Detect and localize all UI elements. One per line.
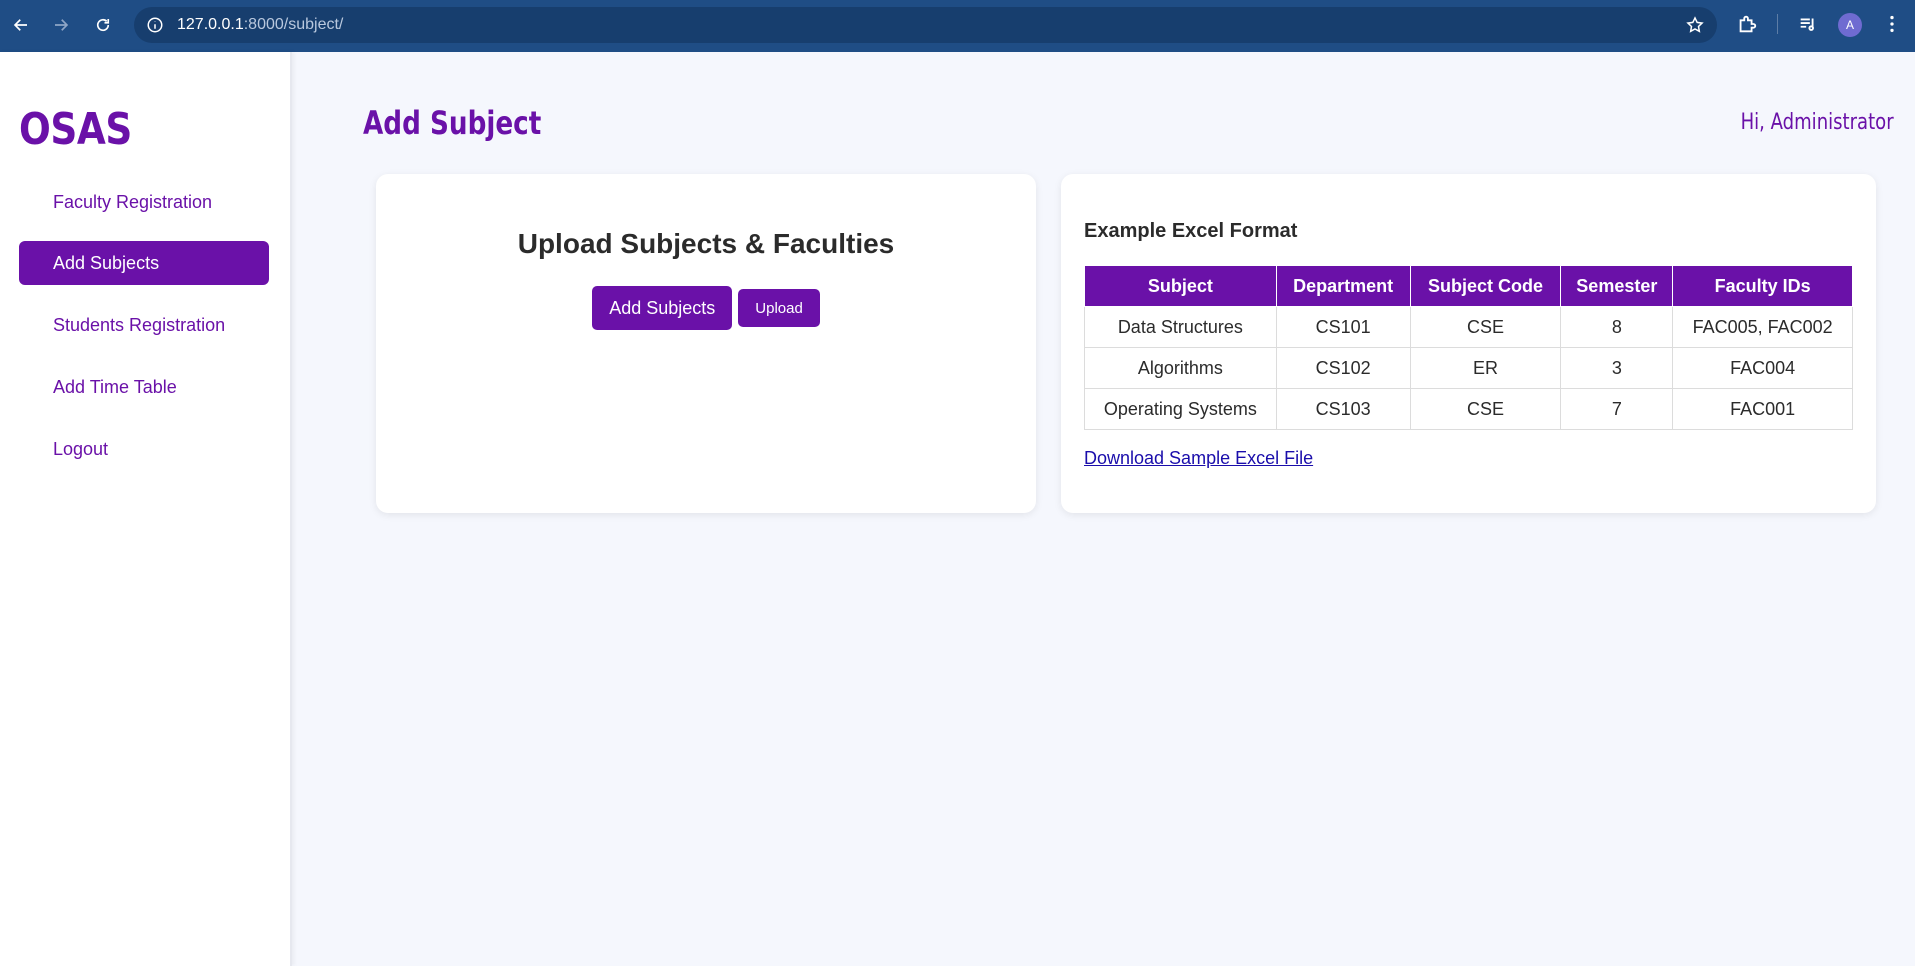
example-title: Example Excel Format	[1084, 220, 1298, 242]
sidebar-item-students-registration[interactable]: Students Registration	[19, 303, 269, 347]
table-cell: Operating Systems	[1084, 388, 1277, 430]
table-cell: ER	[1409, 347, 1562, 389]
sidebar-item-logout[interactable]: Logout	[19, 427, 269, 471]
url-text[interactable]: 127.0.0.1:8000/subject/	[177, 16, 343, 34]
table-cell: CSE	[1409, 388, 1562, 430]
address-bar[interactable]: 127.0.0.1:8000/subject/	[134, 7, 1717, 43]
column-header: Subject	[1084, 265, 1277, 307]
extensions-icon[interactable]	[1735, 12, 1759, 36]
column-header: Department	[1275, 265, 1411, 307]
add-subjects-button[interactable]: Add Subjects	[592, 286, 733, 330]
browser-toolbar: 127.0.0.1:8000/subject/ A	[0, 0, 1915, 52]
app-logo: OSAS	[19, 104, 132, 155]
example-format-card: Example Excel Format Subject Department …	[1061, 174, 1876, 513]
page-title: Add Subject	[363, 104, 542, 142]
example-table: Subject Department Subject Code Semester…	[1084, 265, 1853, 430]
url-host: 127.0.0.1	[177, 16, 244, 33]
bookmark-star-icon[interactable]	[1685, 15, 1705, 35]
table-cell: FAC001	[1672, 388, 1853, 430]
upload-card: Upload Subjects & Faculties Add Subjects…	[376, 174, 1036, 513]
table-cell: Data Structures	[1084, 306, 1277, 348]
sidebar: OSAS Faculty Registration Add Subjects S…	[0, 52, 292, 966]
back-icon[interactable]	[6, 10, 36, 40]
table-cell: FAC005, FAC002	[1672, 306, 1853, 348]
reload-icon[interactable]	[88, 10, 118, 40]
upload-title: Upload Subjects & Faculties	[517, 228, 895, 259]
table-cell: FAC004	[1672, 347, 1853, 389]
media-queue-icon[interactable]	[1796, 12, 1820, 36]
sidebar-item-faculty-registration[interactable]: Faculty Registration	[19, 180, 269, 224]
upload-actions: Add Subjects Upload	[376, 286, 1036, 330]
user-greeting: Hi, Administrator	[1740, 110, 1894, 135]
upload-button[interactable]: Upload	[738, 289, 820, 327]
profile-avatar[interactable]: A	[1838, 13, 1862, 37]
column-header: Subject Code	[1409, 265, 1562, 307]
kebab-menu-icon[interactable]	[1880, 12, 1904, 36]
table-cell: 3	[1560, 347, 1674, 389]
table-row: Data Structures CS101 CSE 8 FAC005, FAC0…	[1084, 306, 1853, 348]
table-cell: CSE	[1409, 306, 1562, 348]
table-cell: Algorithms	[1084, 347, 1277, 389]
toolbar-divider	[1777, 14, 1778, 34]
table-row: Operating Systems CS103 CSE 7 FAC001	[1084, 388, 1853, 430]
table-cell: 7	[1560, 388, 1674, 430]
site-info-icon[interactable]	[146, 16, 164, 34]
url-path: :8000/subject/	[243, 16, 344, 33]
table-cell: CS103	[1275, 388, 1411, 430]
table-cell: CS102	[1275, 347, 1411, 389]
sidebar-item-add-time-table[interactable]: Add Time Table	[19, 365, 269, 409]
column-header: Semester	[1560, 265, 1674, 307]
sidebar-item-add-subjects[interactable]: Add Subjects	[19, 241, 269, 285]
table-header-row: Subject Department Subject Code Semester…	[1084, 265, 1853, 307]
table-cell: CS101	[1275, 306, 1411, 348]
column-header: Faculty IDs	[1672, 265, 1853, 307]
forward-icon[interactable]	[46, 10, 76, 40]
download-sample-link[interactable]: Download Sample Excel File	[1084, 448, 1313, 469]
table-row: Algorithms CS102 ER 3 FAC004	[1084, 347, 1853, 389]
table-cell: 8	[1560, 306, 1674, 348]
